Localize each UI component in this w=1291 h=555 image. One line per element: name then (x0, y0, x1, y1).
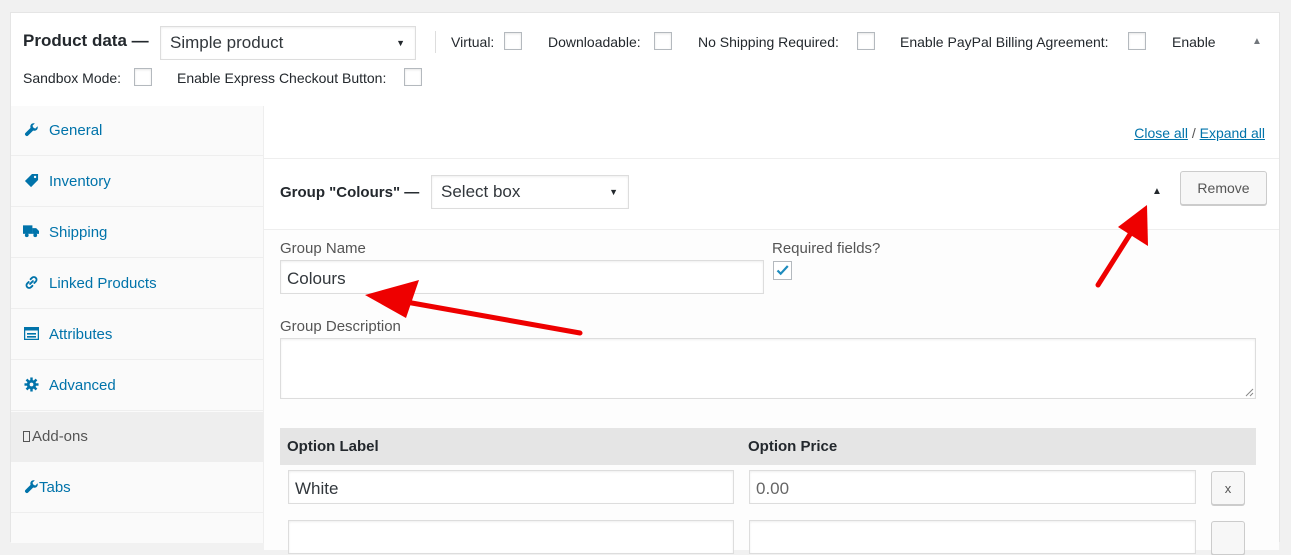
tab-general[interactable]: General (11, 106, 263, 156)
tab-label: Inventory (49, 173, 111, 190)
collapse-group-icon[interactable]: ▲ (1152, 186, 1162, 197)
express-checkout-label: Enable Express Checkout Button: (177, 70, 387, 86)
option-label-header: Option Label (287, 438, 379, 455)
product-data-tabs: General Inventory Shipping Linked Produc… (11, 106, 264, 543)
tab-label: Attributes (49, 326, 113, 343)
group-name-input[interactable]: Colours (280, 260, 764, 294)
remove-option-button[interactable] (1211, 521, 1245, 555)
tab-tabs[interactable]: Tabs (11, 463, 263, 513)
collapse-panel-icon[interactable]: ▲ (1252, 36, 1262, 47)
tab-shipping[interactable]: Shipping (11, 208, 263, 258)
group-name-label: Group Name (280, 240, 366, 257)
chevron-down-icon: ▼ (609, 187, 618, 197)
options-table-header: Option Label Option Price (280, 428, 1256, 465)
tab-label: General (49, 122, 103, 139)
virtual-label: Virtual: (451, 34, 495, 50)
downloadable-label: Downloadable: (548, 34, 641, 50)
tab-label: Linked Products (49, 275, 157, 292)
list-icon (23, 325, 39, 341)
close-all-link[interactable]: Close all (1134, 125, 1188, 141)
expand-all-link[interactable]: Expand all (1200, 125, 1265, 141)
options-table: Option Label Option Price White 0.00 x (280, 428, 1256, 555)
virtual-checkbox[interactable] (504, 32, 522, 50)
expand-collapse-links: Close all / Expand all (1134, 125, 1265, 141)
group-type-value: Select box (441, 182, 521, 201)
no-shipping-checkbox[interactable] (857, 32, 875, 50)
downloadable-checkbox[interactable] (654, 32, 672, 50)
add-ons-toolbar: Close all / Expand all (264, 106, 1279, 159)
group-description-label: Group Description (280, 318, 401, 335)
tab-linked-products[interactable]: Linked Products (11, 259, 263, 309)
tab-attributes[interactable]: Attributes (11, 310, 263, 360)
no-shipping-label: No Shipping Required: (698, 34, 839, 50)
enable-label: Enable (1172, 34, 1216, 50)
gear-icon (23, 376, 39, 392)
option-price-input[interactable]: 0.00 (749, 470, 1196, 504)
sandbox-label: Sandbox Mode: (23, 70, 122, 86)
group-title: Group "Colours" — (280, 184, 420, 201)
product-type-select[interactable]: Simple product ▼ (160, 26, 416, 60)
paypal-billing-checkbox[interactable] (1128, 32, 1146, 50)
paypal-billing-label: Enable PayPal Billing Agreement: (900, 34, 1109, 50)
truck-icon (23, 223, 39, 239)
group-body: Group Name Colours Required fields? Grou… (264, 230, 1279, 555)
tab-label: Tabs (39, 479, 71, 496)
remove-option-button[interactable]: x (1211, 471, 1245, 505)
required-fields-label: Required fields? (772, 240, 881, 257)
option-label-input[interactable] (288, 520, 734, 554)
option-price-input[interactable] (749, 520, 1196, 554)
tab-add-ons[interactable]: Add-ons (11, 412, 263, 462)
express-checkout-checkbox[interactable] (404, 68, 422, 86)
checkmark-icon (776, 265, 789, 276)
product-type-value: Simple product (170, 33, 284, 52)
wrench-icon (23, 121, 39, 137)
header-divider (435, 31, 436, 53)
tab-label: Add-ons (23, 428, 88, 445)
product-data-panel: Product data — Simple product ▼ Virtual:… (10, 12, 1280, 555)
resize-handle-icon[interactable] (1244, 387, 1254, 397)
missing-glyph-icon (23, 431, 30, 442)
product-data-header: Product data — Simple product ▼ Virtual:… (11, 13, 1279, 107)
wrench-icon (23, 478, 39, 494)
remove-group-button[interactable]: Remove (1180, 171, 1267, 205)
tab-advanced[interactable]: Advanced (11, 361, 263, 411)
tab-label: Advanced (49, 377, 116, 394)
group-header[interactable]: Group "Colours" — Select box ▼ ▲ Remove (264, 159, 1279, 230)
tab-label: Shipping (49, 224, 108, 241)
tab-inventory[interactable]: Inventory (11, 157, 263, 207)
option-label-input[interactable]: White (288, 470, 734, 504)
tag-icon (23, 172, 39, 188)
link-icon (23, 274, 39, 290)
link-separator: / (1191, 125, 1196, 141)
product-data-title: Product data — (23, 31, 149, 50)
group-type-select[interactable]: Select box ▼ (431, 175, 629, 209)
group-description-textarea[interactable] (280, 338, 1256, 399)
required-fields-checkbox[interactable] (773, 261, 792, 280)
tab-label-text: Add-ons (32, 428, 88, 445)
add-ons-panel: Close all / Expand all Group "Colours" —… (264, 106, 1279, 555)
sandbox-checkbox[interactable] (134, 68, 152, 86)
chevron-down-icon: ▼ (396, 38, 405, 48)
option-price-header: Option Price (748, 438, 838, 455)
